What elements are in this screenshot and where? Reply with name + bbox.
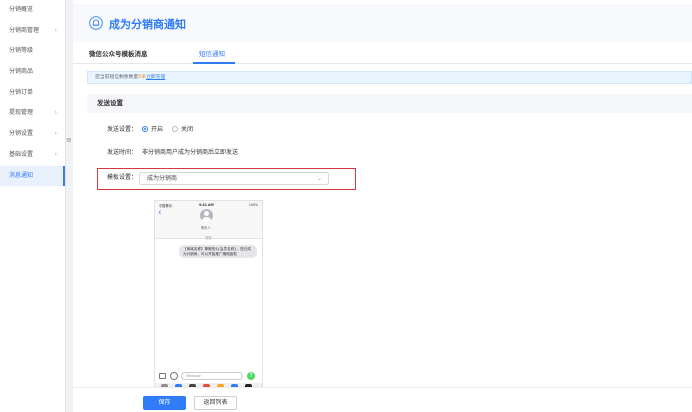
active-tab-indicator [193, 62, 235, 64]
sidebar: 分销概览 分销商管理 › 分销等级 分销商品 分销订单 提现管理 › 分销设置 › 基… [0, 0, 66, 412]
send-setting-row: 发送设置： 开启 关闭 [73, 123, 692, 137]
sms-balance-notice: 您当前短信剩余数量0条立即充值 [87, 71, 692, 84]
collapse-sidebar-icon[interactable]: ≡ [66, 136, 72, 144]
battery-label: 100% [248, 203, 258, 207]
contact-name: 联系人 [201, 226, 211, 230]
send-time-value: 非分销商用户成为分销商后立即发送 [142, 149, 239, 156]
chevron-right-icon: › [54, 130, 57, 138]
chevron-right-icon: › [54, 109, 57, 117]
phone-input-bar: iMessage ↑ [155, 371, 262, 382]
sidebar-item-overview[interactable]: 分销概览 [0, 0, 65, 21]
radio-on-option[interactable]: 开启 [142, 123, 163, 137]
sidebar-item-message-notification[interactable]: 消息通知 [0, 165, 65, 187]
chevron-right-icon: › [54, 150, 57, 158]
save-button[interactable]: 保存 [143, 396, 186, 410]
radio-unchecked-icon [172, 126, 178, 132]
contact-avatar [200, 209, 213, 222]
sms-preview-phone: 中国移动 9:41 AM 100% ‹ 联系人 短信 【商城名称】尊敬的${会员… [154, 200, 263, 390]
back-chevron-icon: ‹ [158, 208, 162, 218]
send-time-row: 发送时间： 非分销商用户成为分销商后立即发送 [73, 146, 692, 160]
tab-sms[interactable]: 短信通知 [199, 48, 225, 58]
template-setting-label: 模板设置： [107, 174, 138, 181]
status-time: 9:41 AM [199, 203, 214, 207]
appstore-icon [170, 372, 178, 380]
chevron-down-icon: ⌄ [316, 175, 322, 182]
sms-message-bubble: 【商城名称】尊敬的${会员名称}，您已成为分销商，可以开始推广赚佣金啦 [179, 245, 257, 258]
recharge-link[interactable]: 立即充值 [146, 75, 165, 80]
action-footer: 保存 返回列表 [73, 387, 692, 412]
page-title: 成为分销商通知 [109, 18, 186, 31]
chevron-right-icon: › [54, 26, 57, 34]
sidebar-item-distribution-settings[interactable]: 分销设置 › [0, 124, 65, 145]
radio-off-option[interactable]: 关闭 [172, 123, 193, 137]
sidebar-item-basic-settings[interactable]: 基础设置 › [0, 145, 65, 166]
main-content: 成为分销商通知 微信公众号模板消息 短信通知 您当前短信剩余数量0条立即充值 发… [73, 0, 692, 412]
send-setting-label: 发送设置： [107, 126, 138, 133]
message-meta: 短信 [205, 236, 212, 240]
back-to-list-button[interactable]: 返回列表 [194, 396, 237, 410]
tab-bar: 微信公众号模板消息 短信通知 [73, 44, 692, 64]
send-arrow-icon: ↑ [247, 372, 255, 380]
page-header: 成为分销商通知 [73, 4, 692, 42]
sidebar-item-distribution-orders[interactable]: 分销订单 [0, 83, 65, 104]
imessage-input: iMessage [181, 372, 243, 380]
send-time-label: 发送时间： [107, 149, 138, 156]
sidebar-item-distribution-products[interactable]: 分销商品 [0, 62, 65, 83]
bell-icon [89, 16, 103, 30]
sidebar-item-distributor-level[interactable]: 分销等级 [0, 41, 65, 62]
camera-icon [159, 373, 166, 379]
tab-wechat-template[interactable]: 微信公众号模板消息 [89, 48, 148, 58]
phone-nav-bar: 中国移动 9:41 AM 100% ‹ 联系人 [155, 201, 262, 239]
sidebar-item-distributor-management[interactable]: 分销商管理 › [0, 21, 65, 42]
section-title: 发送设置 [87, 94, 692, 113]
sidebar-item-withdrawal-management[interactable]: 提现管理 › [0, 103, 65, 124]
radio-checked-icon [142, 126, 148, 132]
template-select[interactable]: 成为分销商 ⌄ [139, 172, 329, 185]
